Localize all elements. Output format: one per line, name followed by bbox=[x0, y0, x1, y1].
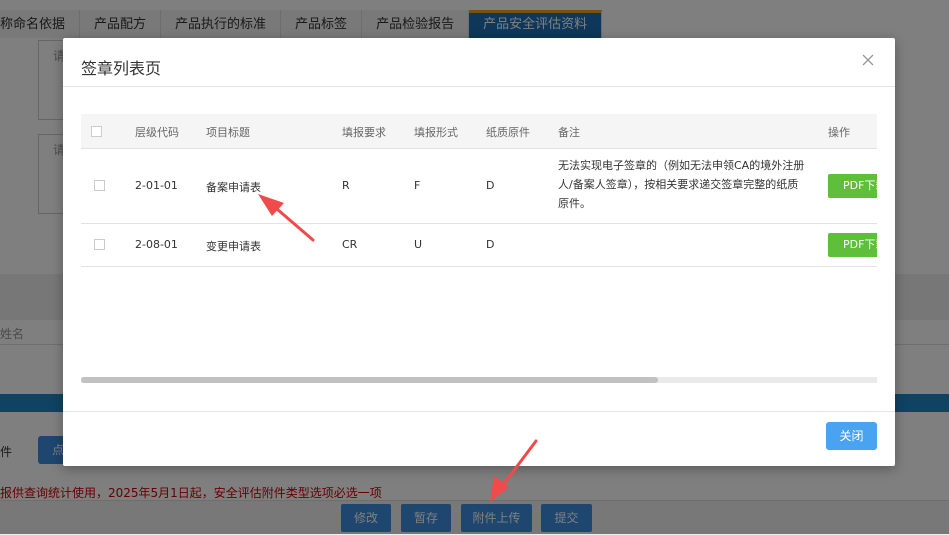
header-item-title: 项目标题 bbox=[206, 126, 250, 139]
row-paper-original: D bbox=[486, 179, 495, 192]
select-all-checkbox[interactable] bbox=[91, 126, 102, 137]
header-fill-requirement: 填报要求 bbox=[342, 126, 386, 139]
row-paper-original: D bbox=[486, 238, 495, 251]
header-action: 操作 bbox=[828, 126, 850, 139]
row-item-title: 变更申请表 bbox=[206, 240, 261, 253]
modal-footer: 关闭 bbox=[63, 411, 895, 466]
horizontal-scrollbar[interactable] bbox=[81, 377, 877, 383]
row-checkbox[interactable] bbox=[94, 180, 105, 191]
signature-table: 层级代码 项目标题 填报要求 填报形式 纸质原件 备注 操作 2-01-01 备… bbox=[81, 114, 877, 342]
table-row: 2-08-01 变更申请表 CR U D PDF下载 bbox=[81, 224, 877, 267]
modal-header: 签章列表页 bbox=[63, 38, 895, 87]
table-header: 层级代码 项目标题 填报要求 填报形式 纸质原件 备注 操作 bbox=[81, 114, 877, 149]
table-row: 2-01-01 备案申请表 R F D 无法实现电子签章的（例如无法申领CA的境… bbox=[81, 149, 877, 224]
pdf-download-button[interactable]: PDF下载 bbox=[828, 233, 877, 257]
signature-list-modal: 签章列表页 层级代码 项目标题 填报要求 填报形式 纸质原件 备注 操作 2-0… bbox=[63, 38, 895, 466]
row-level-code: 2-01-01 bbox=[135, 179, 178, 192]
row-fill-form: F bbox=[414, 179, 421, 192]
header-fill-form: 填报形式 bbox=[414, 126, 458, 139]
header-remark: 备注 bbox=[558, 126, 580, 139]
modal-title: 签章列表页 bbox=[81, 59, 162, 78]
row-fill-form: U bbox=[414, 238, 423, 251]
row-checkbox[interactable] bbox=[94, 239, 105, 250]
row-remark: 无法实现电子签章的（例如无法申领CA的境外注册人/备案人签章），按相关要求递交签… bbox=[558, 159, 805, 210]
row-fill-requirement: CR bbox=[342, 238, 358, 251]
scrollbar-thumb[interactable] bbox=[81, 377, 658, 383]
header-level-code: 层级代码 bbox=[135, 126, 179, 139]
row-item-title: 备案申请表 bbox=[206, 181, 261, 194]
row-level-code: 2-08-01 bbox=[135, 238, 178, 251]
row-fill-requirement: R bbox=[342, 179, 350, 192]
close-button[interactable]: 关闭 bbox=[826, 422, 877, 450]
close-icon[interactable] bbox=[861, 53, 875, 67]
header-paper-original: 纸质原件 bbox=[486, 126, 530, 139]
pdf-download-button[interactable]: PDF下载 bbox=[828, 174, 877, 198]
